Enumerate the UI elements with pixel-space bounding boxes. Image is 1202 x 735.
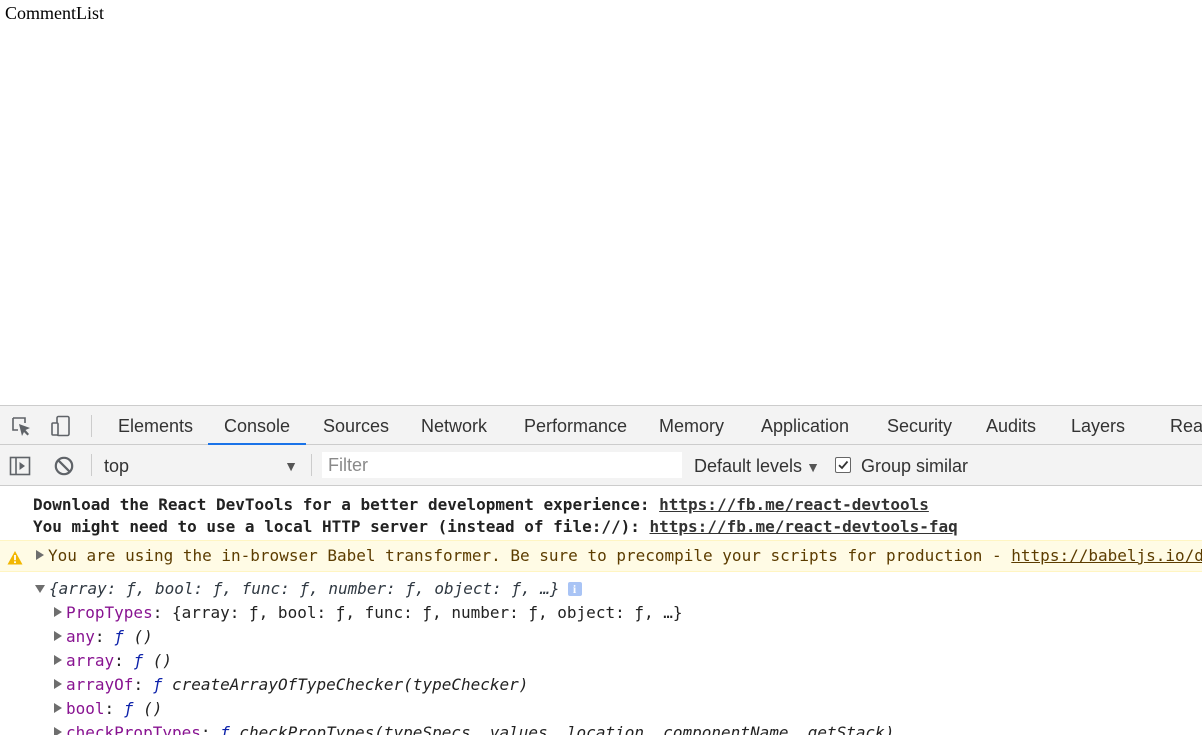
- sidebar-toggle-icon[interactable]: [9, 455, 31, 477]
- log-levels-dropdown[interactable]: Default levels ▼: [694, 445, 820, 485]
- function-keyword: ƒ: [133, 651, 144, 670]
- console-toolbar: top ▼ Default levels▼ Group similar: [0, 445, 1202, 486]
- devtools-tabbar: Elements Console Sources Network Perform…: [0, 405, 1202, 445]
- dropdown-arrow-icon: ▼: [284, 458, 298, 474]
- info-icon[interactable]: i: [567, 582, 582, 596]
- expand-arrow-icon[interactable]: [36, 550, 44, 560]
- property-colon: :: [200, 723, 221, 735]
- function-keyword: ƒ: [123, 699, 134, 718]
- group-similar-label: Group similar: [861, 456, 969, 476]
- context-selector[interactable]: top ▼: [104, 445, 300, 485]
- object-property-row[interactable]: any: ƒ (): [54, 627, 153, 646]
- function-keyword: ƒ: [220, 723, 230, 735]
- tab-application[interactable]: Application: [761, 406, 849, 445]
- property-colon: :: [114, 651, 134, 670]
- property-name: checkPropTypes: [66, 723, 201, 735]
- console-message: You might need to use a local HTTP serve…: [33, 517, 958, 536]
- object-property-row[interactable]: arrayOf: ƒ createArrayOfTypeChecker(type…: [54, 675, 528, 694]
- object-log: {array: ƒ, bool: ƒ, func: ƒ, number: ƒ, …: [35, 579, 582, 598]
- property-colon: :: [133, 675, 153, 694]
- object-property-row[interactable]: bool: ƒ (): [54, 699, 162, 718]
- object-property-row[interactable]: array: ƒ (): [54, 651, 172, 670]
- property-value: {array: ƒ, bool: ƒ, func: ƒ, number: ƒ, …: [171, 603, 683, 622]
- expand-arrow-icon[interactable]: [54, 655, 62, 665]
- dropdown-arrow-icon: ▼: [806, 459, 820, 475]
- property-name: arrayOf: [66, 675, 134, 694]
- tab-memory[interactable]: Memory: [659, 406, 724, 445]
- devtools-panel: Elements Console Sources Network Perform…: [0, 405, 1202, 735]
- tabbar-separator: [91, 415, 92, 437]
- page-content: CommentList: [0, 0, 1202, 405]
- clear-console-icon[interactable]: [53, 455, 75, 477]
- expand-arrow-icon[interactable]: [54, 703, 62, 713]
- inspect-element-icon[interactable]: [10, 415, 32, 437]
- console-messages: Download the React DevTools for a better…: [0, 486, 1202, 735]
- warning-link[interactable]: https://babeljs.io/docs/setup/: [1011, 546, 1202, 565]
- tab-layers[interactable]: Layers: [1071, 406, 1125, 445]
- message-text: You might need to use a local HTTP serve…: [33, 517, 650, 536]
- checkmark-icon: [838, 460, 849, 470]
- console-toolbar-separator-2: [311, 454, 312, 476]
- object-property-row[interactable]: checkPropTypes: ƒ checkPropTypes(typeSpe…: [54, 723, 894, 735]
- expand-arrow-icon[interactable]: [54, 607, 62, 617]
- object-summary[interactable]: {array: ƒ, bool: ƒ, func: ƒ, number: ƒ, …: [49, 579, 560, 598]
- warning-content: You are using the in-browser Babel trans…: [36, 541, 1202, 571]
- object-property-row[interactable]: PropTypes: {array: ƒ, bool: ƒ, func: ƒ, …: [54, 603, 683, 622]
- warning-icon: [7, 546, 23, 565]
- tab-react[interactable]: Reac: [1170, 406, 1202, 445]
- property-colon: :: [94, 627, 115, 646]
- tab-console[interactable]: Console: [208, 406, 307, 445]
- console-toolbar-separator: [91, 454, 92, 476]
- property-name: bool: [66, 699, 105, 718]
- expand-arrow-icon[interactable]: [54, 727, 62, 735]
- tab-elements[interactable]: Elements: [118, 406, 193, 445]
- tab-sources[interactable]: Sources: [323, 406, 389, 445]
- expand-arrow-icon[interactable]: [54, 631, 62, 641]
- message-text: Download the React DevTools for a better…: [33, 495, 660, 514]
- tab-network[interactable]: Network: [421, 406, 487, 445]
- message-link[interactable]: https://fb.me/react-devtools: [659, 495, 929, 514]
- property-colon: :: [152, 603, 172, 622]
- tab-performance[interactable]: Performance: [524, 406, 627, 445]
- device-toolbar-icon[interactable]: [50, 415, 72, 437]
- property-value: (): [143, 699, 163, 718]
- console-message: Download the React DevTools for a better…: [33, 495, 929, 514]
- function-keyword: ƒ: [114, 627, 124, 646]
- filter-input[interactable]: [322, 452, 682, 478]
- page-heading: CommentList: [5, 3, 104, 23]
- context-value: top: [104, 456, 130, 476]
- console-warning: You are using the in-browser Babel trans…: [0, 540, 1202, 572]
- group-similar-checkbox[interactable]: [835, 457, 851, 473]
- collapse-arrow-icon[interactable]: [35, 585, 45, 593]
- property-name: PropTypes: [66, 603, 153, 622]
- property-value: (): [152, 651, 172, 670]
- function-keyword: ƒ: [152, 675, 163, 694]
- property-value: createArrayOfTypeChecker(typeChecker): [171, 675, 529, 694]
- expand-arrow-icon[interactable]: [54, 679, 62, 689]
- tab-audits[interactable]: Audits: [986, 406, 1036, 445]
- property-colon: :: [104, 699, 124, 718]
- property-value: (): [133, 627, 153, 646]
- log-levels-label: Default levels: [694, 456, 803, 476]
- property-value: checkPropTypes(typeSpecs, values, locati…: [239, 723, 895, 735]
- tab-security[interactable]: Security: [887, 406, 952, 445]
- property-name: array: [66, 651, 115, 670]
- group-similar-toggle[interactable]: Group similar: [835, 445, 968, 485]
- message-link[interactable]: https://fb.me/react-devtools-faq: [650, 517, 958, 536]
- warning-text: You are using the in-browser Babel trans…: [48, 546, 1012, 565]
- property-name: any: [66, 627, 95, 646]
